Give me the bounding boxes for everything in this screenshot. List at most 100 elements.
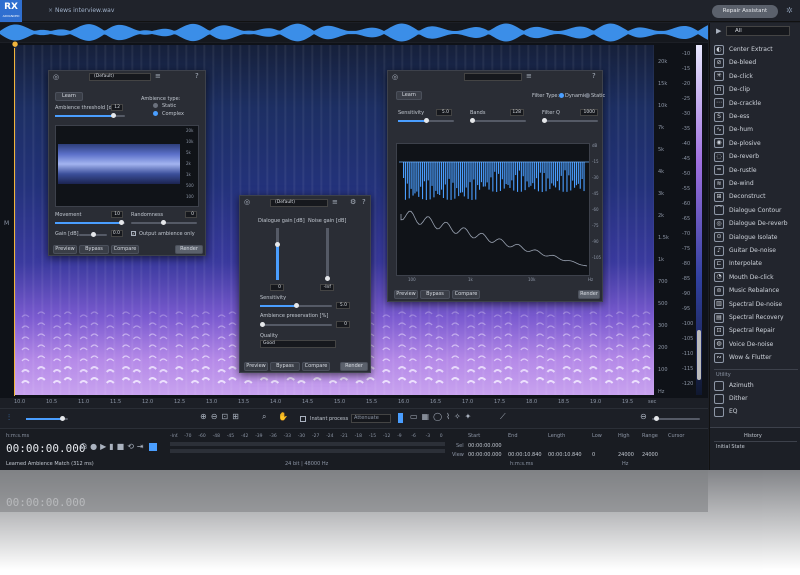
playhead-marker[interactable]: ● (12, 40, 18, 48)
module-item[interactable]: ⊞ Deconstruct (714, 191, 798, 204)
module-item[interactable]: ▤ Spectral Recovery (714, 312, 798, 325)
settings-icon[interactable]: ✲ (786, 6, 793, 15)
module-item[interactable]: ⋯ De-crackle (714, 98, 798, 111)
module-item[interactable]: ⊜ Music Rebalance (714, 285, 798, 298)
module-item[interactable]: ◔ Mouth De-click (714, 272, 798, 285)
module-item[interactable]: ⊙ Dialogue Isolate (714, 232, 798, 245)
module-item[interactable]: ∾ Wow & Flutter (714, 352, 798, 365)
filter-q-value[interactable]: 1000 (580, 109, 598, 116)
preview-button[interactable]: Preview (244, 362, 268, 371)
preview-button[interactable]: Preview (53, 245, 77, 254)
menu-icon[interactable]: ≡ (526, 72, 532, 80)
search-icon[interactable]: ⌕ (262, 412, 266, 422)
module-item[interactable]: ≋ De-wind (714, 178, 798, 191)
repair-assistant-button[interactable]: Repair Assistant (712, 5, 778, 18)
instant-process-checkbox[interactable] (300, 416, 306, 422)
opacity-slider[interactable] (26, 416, 68, 421)
dynamic-radio[interactable] (559, 93, 564, 98)
time-format[interactable]: h:m:s.ms (6, 433, 29, 439)
quality-select[interactable]: Good (260, 340, 336, 348)
play-icon[interactable]: ▶ (716, 27, 721, 35)
sel-value[interactable]: 00:00:00.000 (468, 443, 502, 449)
movement-value[interactable]: 10 (111, 211, 123, 218)
selection-tool-icons[interactable]: ▭▦◯⌇✧✦ (410, 412, 475, 421)
utility-item[interactable]: EQ (714, 406, 798, 419)
compare-button[interactable]: Compare (111, 245, 139, 254)
module-item[interactable]: ✳ De-click (714, 71, 798, 84)
menu-icon[interactable]: ≡ (155, 72, 161, 80)
randomness-value[interactable]: 0 (185, 211, 197, 218)
preset-select[interactable]: (Default) (89, 73, 151, 81)
module-item[interactable]: ⌒ Dialogue Contour (714, 205, 798, 218)
loop-button[interactable] (149, 443, 157, 451)
view-value[interactable]: 24000 (642, 452, 658, 458)
movement-slider[interactable] (55, 220, 125, 225)
gain-value[interactable]: 0.0 (111, 230, 123, 237)
preview-button[interactable]: Preview (394, 290, 418, 299)
utility-item[interactable]: Azimuth (714, 380, 798, 393)
utility-item[interactable]: Dither (714, 393, 798, 406)
view-value[interactable]: 00:00:10.840 (548, 452, 582, 458)
module-filter-select[interactable]: All (726, 26, 790, 36)
threshold-value[interactable]: 12 (111, 104, 123, 111)
preset-select[interactable] (464, 73, 522, 81)
magic-wand-icon[interactable]: ⟋ (500, 412, 506, 422)
learn-button[interactable]: Learn (396, 91, 422, 100)
module-item[interactable]: ◉ De-plosive (714, 138, 798, 151)
module-item[interactable]: ◐ Center Extract (714, 44, 798, 57)
gain-slider[interactable] (79, 232, 107, 237)
threshold-slider[interactable] (55, 113, 125, 118)
dialogue-gain-fader[interactable] (275, 228, 280, 280)
module-item[interactable]: ◍ Voice De-noise (714, 339, 798, 352)
time-selection-tool[interactable] (398, 413, 403, 423)
help-icon[interactable]: ? (195, 72, 199, 80)
ambience-pres-slider[interactable] (260, 322, 332, 327)
compare-button[interactable]: Compare (452, 290, 480, 299)
help-icon[interactable]: ? (592, 72, 596, 80)
sensitivity-slider[interactable] (260, 303, 332, 308)
module-item[interactable]: ◌ De-reverb (714, 151, 798, 164)
ambience-pres-value[interactable]: 0 (336, 321, 350, 328)
sensitivity-value[interactable]: 5.0 (436, 109, 452, 116)
render-button[interactable]: Render (340, 362, 368, 371)
module-item[interactable]: ◎ Dialogue De-reverb (714, 218, 798, 231)
view-value[interactable]: 0 (592, 452, 595, 458)
zoom-slider[interactable] (697, 330, 701, 380)
module-item[interactable]: ∿ De-hum (714, 124, 798, 137)
compare-button[interactable]: Compare (302, 362, 330, 371)
help-icon[interactable]: ? (362, 198, 366, 206)
bypass-button[interactable]: Bypass (270, 362, 300, 371)
sensitivity-value[interactable]: 5.0 (336, 302, 350, 309)
module-item[interactable]: ⊘ De-bleed (714, 57, 798, 70)
randomness-slider[interactable] (131, 220, 197, 225)
sensitivity-slider[interactable] (398, 118, 454, 123)
history-item[interactable]: Initial State (716, 444, 745, 450)
menu-icon[interactable]: ≡ (332, 198, 338, 206)
bands-slider[interactable] (470, 118, 526, 123)
static-radio[interactable] (153, 103, 158, 108)
waveform-icon[interactable]: ⫶ (8, 413, 10, 423)
module-item[interactable]: ▥ Spectral De-noise (714, 299, 798, 312)
view-value[interactable]: 24000 (618, 452, 634, 458)
zoom-icons[interactable]: ⊕⊖⊡⊞ (200, 412, 243, 421)
bands-value[interactable]: 128 (510, 109, 524, 116)
view-value[interactable]: 00:00:00.000 (468, 452, 502, 458)
horizontal-zoom-slider[interactable] (652, 416, 700, 421)
module-item[interactable]: ⊡ Spectral Repair (714, 325, 798, 338)
learn-button[interactable]: Learn (55, 92, 83, 101)
module-item[interactable]: ≈ De-rustle (714, 165, 798, 178)
settings-icon[interactable]: ⚙ (350, 198, 356, 206)
noise-gain-fader[interactable] (325, 228, 330, 281)
noise-gain-value[interactable]: -Inf (320, 284, 334, 291)
render-button[interactable]: Render (175, 245, 203, 254)
bypass-button[interactable]: Bypass (420, 290, 450, 299)
module-item[interactable]: ♪ Guitar De-noise (714, 245, 798, 258)
output-only-checkbox[interactable]: ✓ (131, 231, 136, 236)
static-radio[interactable] (585, 93, 590, 98)
transport-controls[interactable]: ☊●▶▮■⟲⇥ (80, 442, 147, 451)
waveform-overview[interactable] (0, 23, 708, 42)
close-tab-icon[interactable]: × (48, 7, 53, 14)
attenuate-select[interactable]: Attenuate (351, 414, 391, 423)
render-button[interactable]: Render (578, 290, 600, 299)
module-item[interactable]: S De-ess (714, 111, 798, 124)
